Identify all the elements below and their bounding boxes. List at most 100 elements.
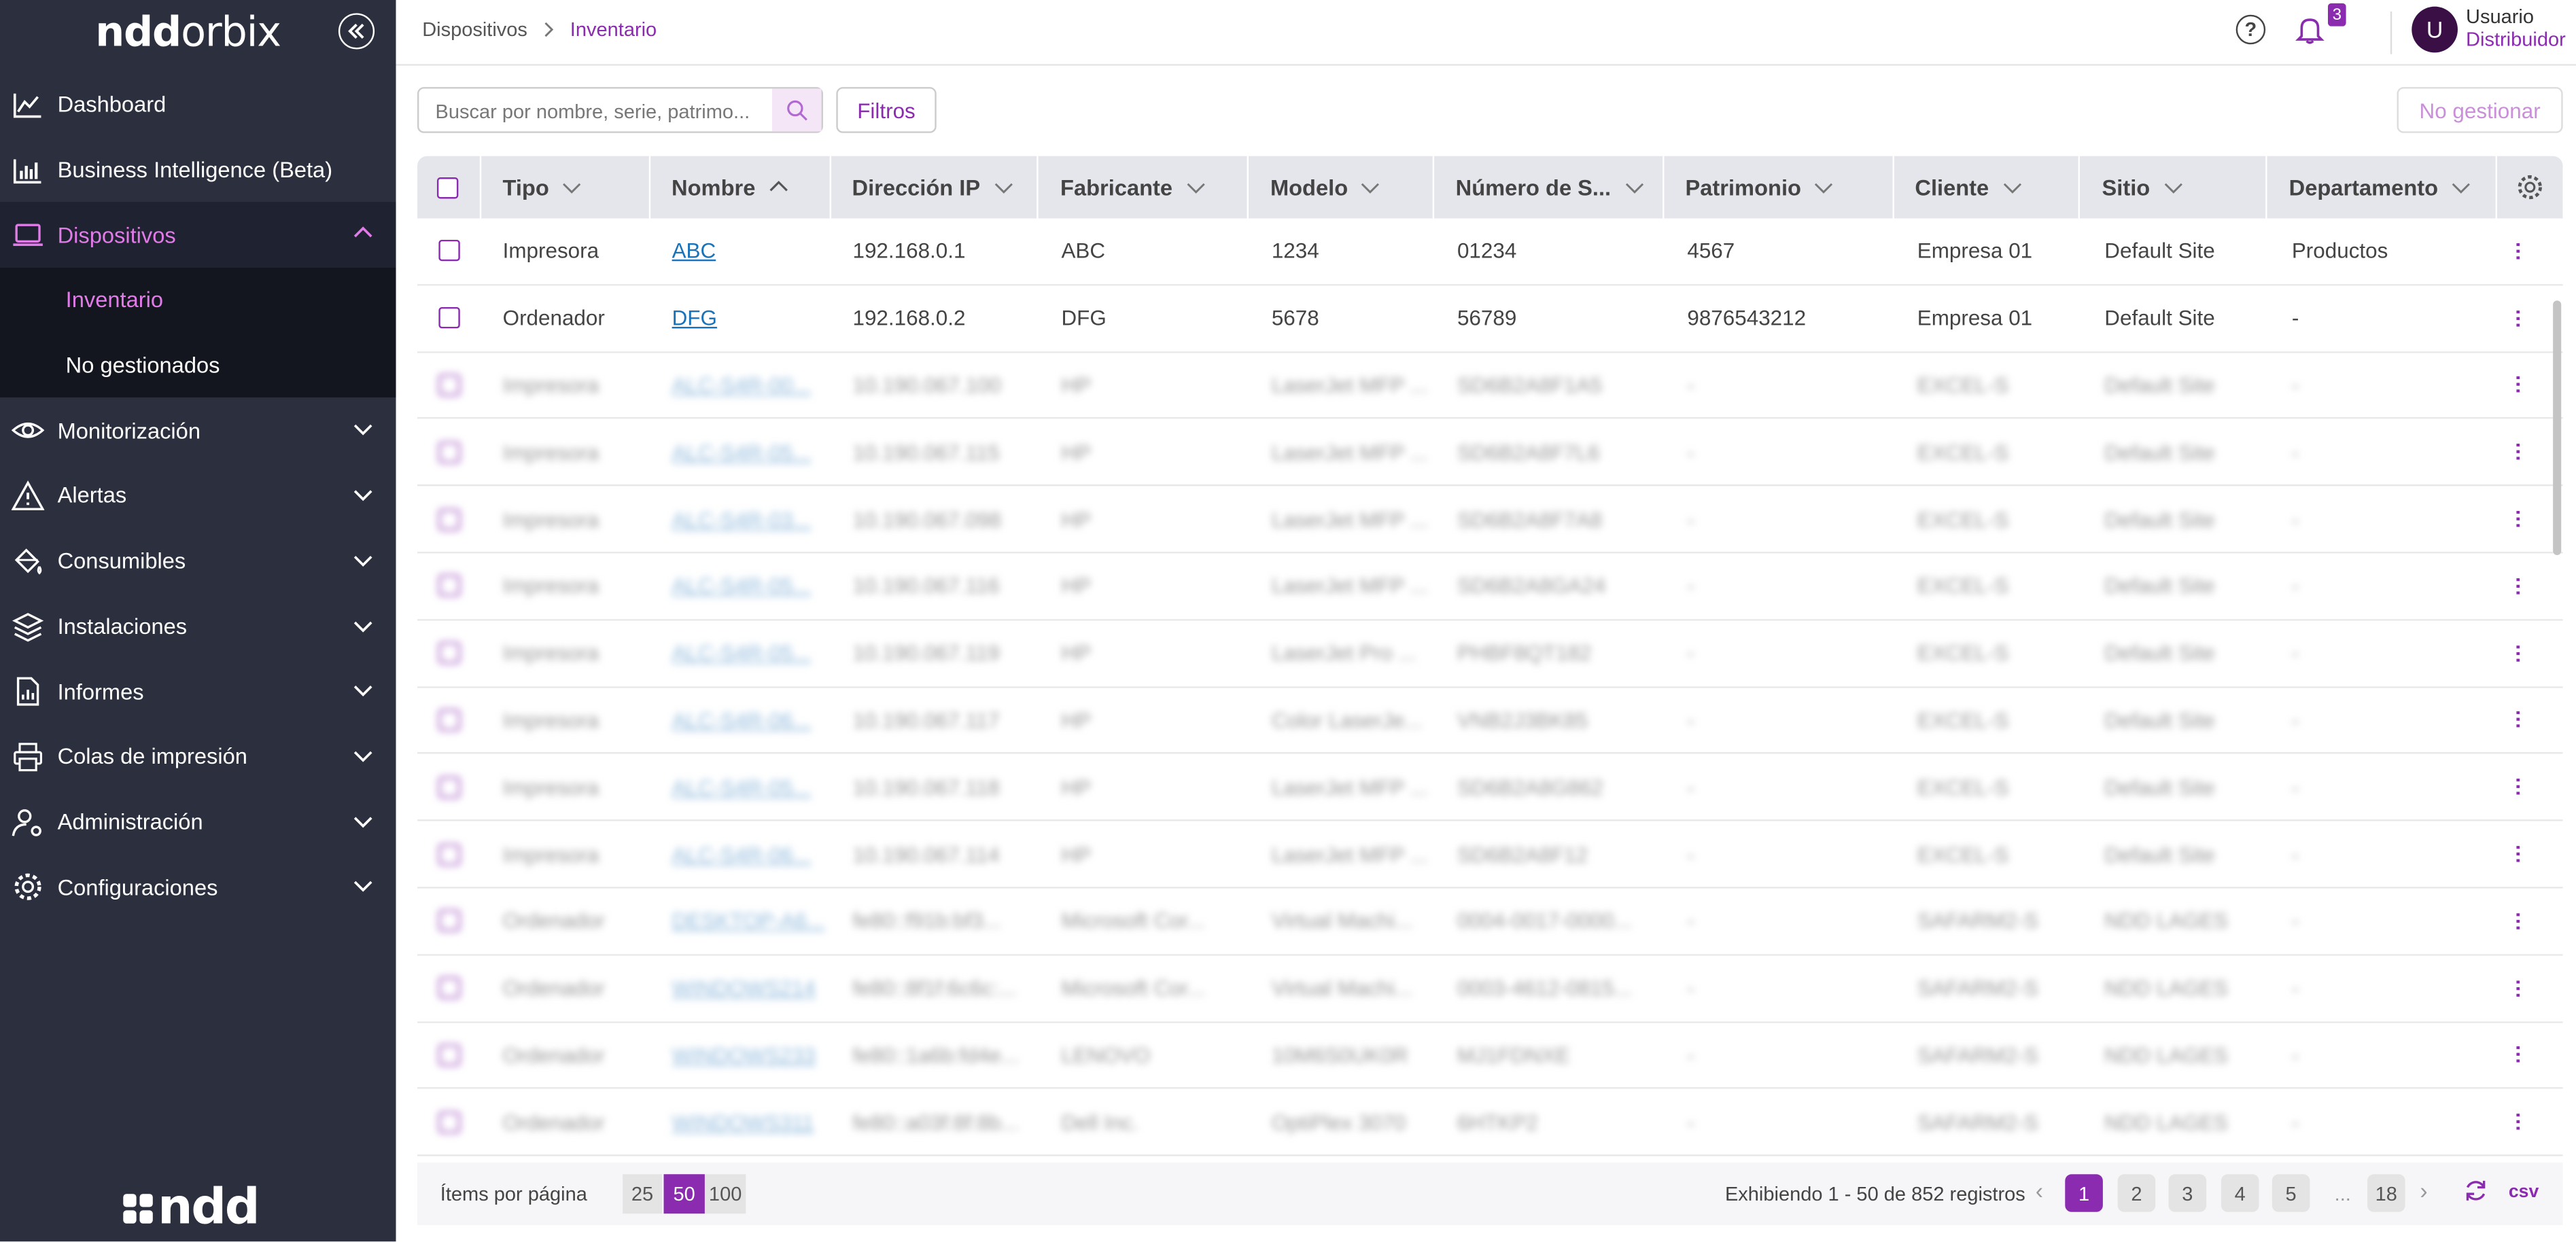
chevron-down-icon[interactable] — [562, 177, 582, 197]
next-page-icon[interactable]: › — [2420, 1177, 2427, 1204]
device-name-link[interactable]: ALC-S4R-00... — [672, 373, 811, 397]
row-checkbox[interactable] — [438, 709, 460, 731]
row-checkbox[interactable] — [438, 1044, 460, 1066]
chevron-down-icon[interactable] — [2163, 177, 2183, 197]
table-row[interactable]: Impresora ABC 192.168.0.1 ABC 1234 01234 4567 E… — [417, 218, 2563, 286]
device-name-link[interactable]: ALC-S4R-06... — [672, 708, 811, 732]
table-row[interactable]: Ordenador WINDOWS311 fe80::a03f:8f:8b... De… — [417, 1089, 2563, 1157]
row-menu-icon[interactable]: ⋯ — [2507, 911, 2530, 931]
row-checkbox[interactable] — [438, 977, 460, 999]
table-row[interactable]: Impresora ALC-S4R-03... 10.190.067.098 HP La… — [417, 486, 2563, 554]
row-menu-icon[interactable]: ⋯ — [2507, 308, 2530, 328]
table-row[interactable]: Impresora ALC-S4R-05... 10.190.067.115 HP La… — [417, 419, 2563, 486]
row-menu-icon[interactable]: ⋯ — [2507, 509, 2530, 529]
page-2-button[interactable]: 2 — [2117, 1174, 2156, 1212]
device-name-link[interactable]: WINDOWS214 — [672, 976, 816, 1000]
chevron-down-icon[interactable] — [1624, 177, 1643, 197]
sidebar-subitem-no-gestionados[interactable]: No gestionados — [0, 333, 396, 398]
bell-icon[interactable] — [2293, 13, 2326, 46]
row-menu-icon[interactable]: ⋯ — [2507, 442, 2530, 462]
device-name-link[interactable]: ALC-S4R-03... — [672, 507, 811, 531]
page-size-100[interactable]: 100 — [704, 1174, 746, 1214]
help-icon[interactable]: ? — [2235, 14, 2266, 45]
row-menu-icon[interactable]: ⋯ — [2507, 576, 2530, 596]
chevron-down-icon[interactable] — [1185, 177, 1205, 197]
table-row[interactable]: Ordenador DESKTOP-A6... fe80::f91b:bf3... M… — [417, 888, 2563, 956]
search-input[interactable] — [435, 100, 764, 124]
row-menu-icon[interactable]: ⋯ — [2507, 1112, 2530, 1132]
sidebar-item-business-intelligence[interactable]: Business Intelligence (Beta) — [0, 137, 396, 202]
device-name-link[interactable]: DFG — [672, 306, 717, 330]
unmanage-button[interactable]: No gestionar — [2397, 87, 2563, 133]
column-header[interactable]: Nombre — [650, 156, 831, 219]
column-header[interactable]: Fabricante — [1039, 156, 1249, 219]
row-checkbox[interactable] — [438, 642, 460, 664]
sidebar-item-instalaciones[interactable]: Instalaciones — [0, 594, 396, 659]
device-name-link[interactable]: ALC-S4R-05... — [672, 573, 811, 598]
device-name-link[interactable]: ALC-S4R-05... — [672, 440, 811, 464]
sidebar-item-consumibles[interactable]: Consumibles — [0, 529, 396, 594]
device-name-link[interactable]: ABC — [672, 238, 716, 263]
row-menu-icon[interactable]: ⋯ — [2507, 845, 2530, 864]
row-checkbox[interactable] — [438, 240, 460, 262]
row-checkbox[interactable] — [438, 843, 460, 865]
prev-page-icon[interactable]: ‹ — [2036, 1177, 2043, 1204]
chevron-down-icon[interactable] — [2002, 177, 2022, 197]
sidebar-item-configuraciones[interactable]: Configuraciones — [0, 854, 396, 919]
row-menu-icon[interactable]: ⋯ — [2507, 375, 2530, 395]
row-checkbox[interactable] — [438, 910, 460, 932]
sidebar-item-dashboard[interactable]: Dashboard — [0, 72, 396, 137]
chevron-down-icon[interactable] — [1814, 177, 1834, 197]
table-row[interactable]: Impresora ALC-S4R-05... 10.190.067.118 HP La… — [417, 754, 2563, 821]
page-size-50[interactable]: 50 — [663, 1174, 705, 1214]
row-menu-icon[interactable]: ⋯ — [2507, 643, 2530, 663]
device-name-link[interactable]: WINDOWS311 — [672, 1110, 814, 1134]
row-menu-icon[interactable]: ⋯ — [2507, 777, 2530, 797]
device-name-link[interactable]: ALC-S4R-05... — [672, 775, 811, 799]
sidebar-item-administracion[interactable]: Administración — [0, 789, 396, 855]
search-button[interactable] — [772, 88, 822, 132]
device-name-link[interactable]: WINDOWS233 — [672, 1043, 816, 1067]
refresh-icon[interactable] — [2462, 1177, 2489, 1204]
table-row[interactable]: Ordenador DFG 192.168.0.2 DFG 5678 56789 98765… — [417, 285, 2563, 353]
table-row[interactable]: Impresora ALC-S4R-00... 10.190.067.100 HP La… — [417, 352, 2563, 420]
table-row[interactable]: Impresora ALC-S4R-05... 10.190.067.119 HP La… — [417, 620, 2563, 688]
chevron-down-icon[interactable] — [2451, 177, 2471, 197]
page-3-button[interactable]: 3 — [2168, 1174, 2207, 1212]
table-row[interactable]: Impresora ALC-S4R-06... 10.190.067.117 HP Co… — [417, 687, 2563, 755]
device-name-link[interactable]: ALC-S4R-06... — [672, 842, 811, 866]
page-last-button[interactable]: 18 — [2367, 1174, 2405, 1212]
user-name[interactable]: Usuario — [2466, 5, 2534, 28]
sidebar-item-monitorizacion[interactable]: Monitorización — [0, 398, 396, 463]
table-row[interactable]: Impresora ALC-S4R-05... 10.190.067.116 HP La… — [417, 553, 2563, 621]
page-4-button[interactable]: 4 — [2221, 1174, 2259, 1212]
device-name-link[interactable]: ALC-S4R-05... — [672, 641, 811, 665]
column-header[interactable]: Cliente — [1894, 156, 2081, 219]
row-checkbox[interactable] — [438, 508, 460, 530]
vertical-scrollbar[interactable] — [2553, 300, 2562, 555]
row-checkbox[interactable] — [438, 441, 460, 463]
column-header[interactable]: Número de S... — [1434, 156, 1665, 219]
row-menu-icon[interactable]: ⋯ — [2507, 1045, 2530, 1065]
sidebar-item-alertas[interactable]: Alertas — [0, 463, 396, 529]
page-size-25[interactable]: 25 — [623, 1174, 663, 1214]
page-1-button[interactable]: 1 — [2065, 1174, 2103, 1212]
sidebar-item-colas-de-impresion[interactable]: Colas de impresión — [0, 724, 396, 789]
column-header[interactable]: Sitio — [2081, 156, 2268, 219]
sidebar-subitem-inventario[interactable]: Inventario — [0, 268, 396, 333]
collapse-sidebar-button[interactable] — [338, 13, 375, 50]
row-checkbox[interactable] — [438, 374, 460, 396]
row-checkbox[interactable] — [438, 1111, 460, 1133]
chevron-down-icon[interactable] — [1361, 177, 1380, 197]
breadcrumb-parent[interactable]: Dispositivos — [422, 18, 527, 41]
export-csv-button[interactable]: csv — [2509, 1182, 2539, 1202]
column-header[interactable]: Modelo — [1249, 156, 1435, 219]
row-checkbox[interactable] — [438, 307, 460, 329]
column-settings-button[interactable] — [2497, 156, 2563, 219]
sort-ascending-icon[interactable] — [769, 177, 788, 197]
row-menu-icon[interactable]: ⋯ — [2507, 710, 2530, 730]
sidebar-item-informes[interactable]: Informes — [0, 659, 396, 724]
column-header[interactable]: Departamento — [2267, 156, 2498, 219]
column-header[interactable]: Patrimonio — [1664, 156, 1894, 219]
row-menu-icon[interactable]: ⋯ — [2507, 978, 2530, 998]
